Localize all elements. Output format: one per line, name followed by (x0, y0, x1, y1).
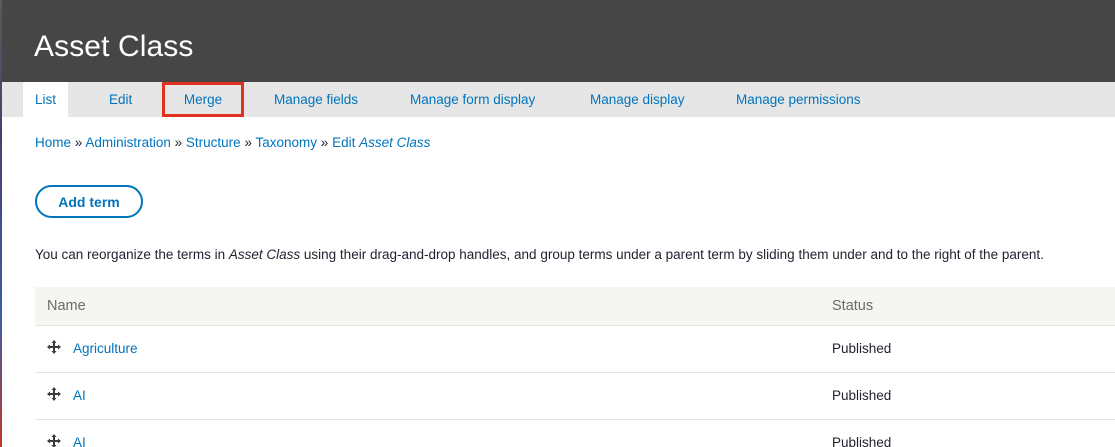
breadcrumb-edit-vocabulary[interactable]: Edit Asset Class (332, 135, 430, 150)
term-status: Published (832, 435, 892, 447)
breadcrumb-structure[interactable]: Structure (186, 135, 241, 150)
help-text-vocab: Asset Class (228, 247, 301, 262)
drag-handle-icon[interactable] (47, 387, 61, 401)
term-status: Published (832, 388, 892, 403)
breadcrumb-edit-prefix: Edit (332, 135, 356, 150)
tab-manage-fields[interactable]: Manage fields (262, 82, 370, 117)
column-header-name: Name (47, 298, 86, 314)
breadcrumb-edit-name: Asset Class (359, 135, 431, 150)
column-header-status: Status (832, 298, 874, 314)
breadcrumb-separator: » (244, 135, 252, 150)
term-link[interactable]: Agriculture (73, 326, 138, 372)
breadcrumb-separator: » (174, 135, 183, 150)
breadcrumb: Home » Administration » Structure » Taxo… (35, 135, 430, 150)
breadcrumb-taxonomy[interactable]: Taxonomy (255, 135, 317, 150)
tab-manage-display[interactable]: Manage display (578, 82, 697, 117)
help-text-before: You can reorganize the terms in (35, 247, 229, 262)
tab-list[interactable]: List (23, 82, 69, 117)
tab-edit[interactable]: Edit (97, 82, 144, 117)
table-row: AI Published (35, 420, 1115, 447)
help-text-after: using their drag-and-drop handles, and g… (300, 247, 1044, 262)
term-status: Published (832, 341, 892, 356)
page-title: Asset Class (34, 30, 194, 63)
table-row: Agriculture Published (35, 326, 1115, 373)
breadcrumb-home[interactable]: Home (35, 135, 71, 150)
tab-manage-permissions[interactable]: Manage permissions (724, 82, 873, 117)
table-header: Name Status (35, 287, 1115, 326)
primary-tabs: List Edit Merge Manage fields Manage for… (2, 82, 1115, 117)
term-link[interactable]: AI (73, 420, 86, 447)
help-text: You can reorganize the terms in Asset Cl… (35, 247, 1044, 262)
table-row: AI Published (35, 373, 1115, 420)
terms-table: Name Status Agriculture Published AI Pub… (35, 287, 1115, 447)
tab-merge[interactable]: Merge (162, 82, 244, 117)
tab-manage-form-display[interactable]: Manage form display (398, 82, 547, 117)
drag-handle-icon[interactable] (47, 434, 61, 447)
page-header: Asset Class (2, 0, 1115, 82)
add-term-button[interactable]: Add term (35, 185, 143, 218)
term-link[interactable]: AI (73, 373, 86, 419)
breadcrumb-administration[interactable]: Administration (85, 135, 171, 150)
drag-handle-icon[interactable] (47, 340, 61, 354)
breadcrumb-separator: » (320, 135, 329, 150)
breadcrumb-separator: » (74, 135, 83, 150)
